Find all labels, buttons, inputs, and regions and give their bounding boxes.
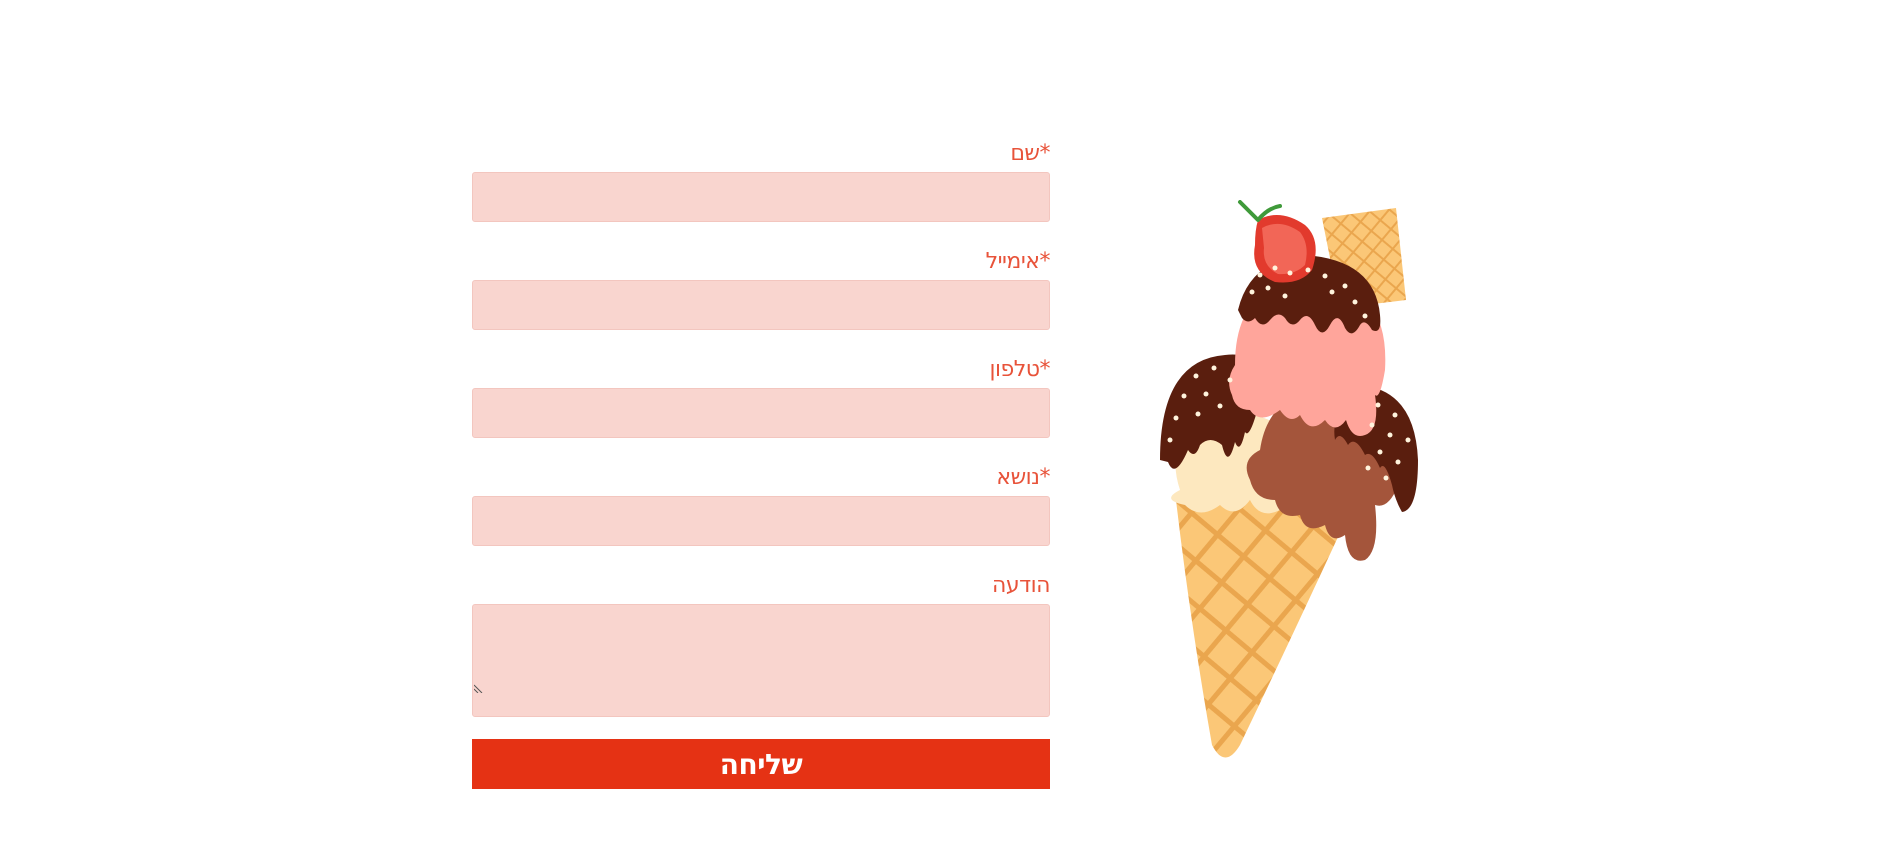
- submit-button[interactable]: שליחה: [472, 739, 1050, 789]
- subject-field-group: *נושא: [472, 460, 1050, 546]
- resize-grip-icon[interactable]: [474, 683, 484, 693]
- name-field-group: *שם: [472, 136, 1050, 222]
- phone-input[interactable]: [472, 388, 1050, 438]
- email-field-group: *אימייל: [472, 244, 1050, 330]
- email-label: *אימייל: [472, 244, 1051, 280]
- message-textarea[interactable]: [472, 604, 1050, 717]
- contact-form: *שם *אימייל *טלפון *נושא הודעה שליחה: [472, 136, 1051, 789]
- subject-label: *נושא: [472, 460, 1050, 496]
- ice-cream-cone-icon: [1160, 200, 1418, 758]
- email-required-mark: *: [1039, 249, 1051, 274]
- message-label: הודעה: [991, 573, 1051, 598]
- phone-label: *טלפון: [472, 352, 1051, 388]
- phone-required-mark: *: [1039, 357, 1051, 382]
- name-label: *שם: [472, 136, 1050, 172]
- name-required-mark: *: [1039, 141, 1051, 166]
- phone-field-group: *טלפון: [472, 352, 1050, 438]
- phone-label-text: טלפון: [989, 357, 1041, 382]
- subject-required-mark: *: [1039, 465, 1051, 490]
- subject-label-text: נושא: [996, 465, 1040, 490]
- email-label-text: אימייל: [985, 249, 1040, 274]
- name-label-text: שם: [1010, 141, 1040, 166]
- subject-input[interactable]: [472, 496, 1050, 546]
- message-field-group: הודעה: [472, 568, 1051, 717]
- email-input[interactable]: [472, 280, 1050, 330]
- name-input[interactable]: [472, 172, 1050, 222]
